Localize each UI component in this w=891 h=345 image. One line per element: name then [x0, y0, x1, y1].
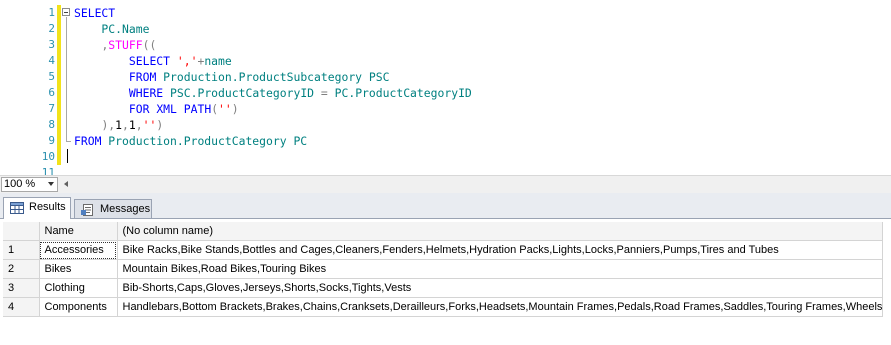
- results-grid[interactable]: Name (No column name) 1 Accessories Bike…: [3, 222, 884, 317]
- row-header[interactable]: 4: [3, 297, 40, 317]
- table-cell[interactable]: Bikes: [39, 259, 118, 279]
- table-cell[interactable]: Accessories: [39, 240, 118, 260]
- table-cell[interactable]: Handlebars,Bottom Brackets,Brakes,Chains…: [117, 297, 884, 317]
- line-number: 9: [48, 134, 55, 147]
- results-tabstrip: Results Messages: [0, 193, 891, 219]
- code-token: PSC.ProductCategoryID: [163, 86, 321, 100]
- code-token: XML: [156, 102, 177, 116]
- chevron-down-icon[interactable]: [48, 182, 54, 186]
- line-number: 2: [48, 22, 55, 35]
- table-cell[interactable]: Clothing: [39, 278, 118, 298]
- tab-results[interactable]: Results: [3, 197, 71, 219]
- line-number: 10: [41, 150, 55, 163]
- outline-region-end: [66, 141, 71, 142]
- code-token: ',': [176, 54, 198, 68]
- scroll-left-icon[interactable]: [64, 181, 68, 187]
- line-number: 1: [48, 6, 55, 19]
- code-token: PC.ProductCategoryID: [327, 86, 472, 100]
- code-line[interactable]: FOR XML PATH(''): [74, 101, 472, 117]
- tab-messages[interactable]: Messages: [74, 199, 152, 218]
- code-token: ): [231, 102, 239, 116]
- text-caret: [67, 149, 68, 163]
- code-token: PATH: [183, 102, 212, 116]
- messages-icon: [81, 204, 93, 216]
- table-row[interactable]: 4 Components Handlebars,Bottom Brackets,…: [3, 297, 884, 317]
- code-token: 1: [115, 118, 123, 132]
- code-line[interactable]: PC.Name: [74, 21, 472, 37]
- code-token: STUFF: [108, 38, 143, 52]
- row-header[interactable]: 2: [3, 259, 40, 279]
- code-token: FROM: [128, 70, 157, 84]
- line-number: 3: [48, 38, 55, 51]
- table-row[interactable]: 2 Bikes Mountain Bikes,Road Bikes,Tourin…: [3, 259, 884, 279]
- line-number: 5: [48, 70, 55, 83]
- code-line[interactable]: ),1,1,''): [74, 117, 472, 133]
- row-header[interactable]: 1: [3, 240, 40, 260]
- code-line[interactable]: WHERE PSC.ProductCategoryID = PC.Product…: [74, 85, 472, 101]
- grid-icon: [10, 202, 24, 214]
- code-token: ,: [135, 118, 143, 132]
- code-line[interactable]: [74, 165, 472, 175]
- line-number: 7: [48, 102, 55, 115]
- results-grid-area: Name (No column name) 1 Accessories Bike…: [0, 219, 891, 345]
- code-token: 1: [128, 118, 136, 132]
- line-number: 11: [41, 166, 55, 175]
- code-token: ): [156, 118, 164, 132]
- code-line[interactable]: FROM Production.ProductCategory PC: [74, 133, 472, 149]
- code-line[interactable]: ,STUFF((: [74, 37, 472, 53]
- table-row[interactable]: 3 Clothing Bib-Shorts,Caps,Gloves,Jersey…: [3, 278, 884, 298]
- editor-zoom-bar: 100 %: [0, 175, 891, 193]
- table-cell[interactable]: Mountain Bikes,Road Bikes,Touring Bikes: [117, 259, 884, 279]
- code-line[interactable]: SELECT: [74, 5, 472, 21]
- line-number: 4: [48, 54, 55, 67]
- code-token: Production.ProductCategory PC: [101, 134, 308, 148]
- outline-region-line: [66, 17, 67, 142]
- code-token: WHERE: [128, 86, 164, 100]
- code-token: ((: [142, 38, 157, 52]
- line-number: 8: [48, 118, 55, 131]
- collapse-region-icon[interactable]: [62, 8, 70, 16]
- code-token: SELECT: [128, 54, 171, 68]
- code-text[interactable]: SELECT PC.Name ,STUFF(( SELECT ','+name …: [74, 5, 472, 175]
- code-token: SELECT: [74, 6, 116, 20]
- table-cell[interactable]: Components: [39, 297, 118, 317]
- code-line[interactable]: FROM Production.ProductSubcategory PSC: [74, 69, 472, 85]
- column-header-name[interactable]: Name: [39, 222, 118, 241]
- query-editor[interactable]: 1 2 3 4 5 6 7 8 9 10 11 SELECT PC.Name ,STUFF(( SE…: [0, 0, 891, 175]
- code-token: FROM: [74, 134, 102, 148]
- tab-messages-label: Messages: [100, 203, 151, 215]
- breakpoint-margin[interactable]: [0, 0, 13, 175]
- code-token: PC.Name: [74, 22, 150, 36]
- code-token: name: [204, 54, 232, 68]
- table-cell[interactable]: Bib-Shorts,Caps,Gloves,Jerseys,Shorts,So…: [117, 278, 884, 298]
- tab-results-label: Results: [29, 201, 66, 213]
- code-token: FOR: [128, 102, 150, 116]
- line-number: 6: [48, 86, 55, 99]
- code-token: ),: [101, 118, 116, 132]
- zoom-level-combo[interactable]: 100 %: [1, 177, 58, 192]
- code-token: '': [142, 118, 157, 132]
- table-row[interactable]: 1 Accessories Bike Racks,Bike Stands,Bot…: [3, 240, 884, 260]
- grid-corner-header[interactable]: [3, 222, 40, 241]
- code-token: =: [320, 86, 328, 100]
- column-header-no-column-name[interactable]: (No column name): [117, 222, 884, 241]
- line-number-gutter: 1 2 3 4 5 6 7 8 9 10 11: [13, 5, 55, 175]
- code-token: Production.ProductSubcategory PSC: [156, 70, 390, 84]
- code-token: '': [218, 102, 232, 116]
- code-token: ,: [122, 118, 129, 132]
- code-line[interactable]: SELECT ','+name: [74, 53, 472, 69]
- zoom-level-value: 100 %: [4, 178, 36, 190]
- table-cell[interactable]: Bike Racks,Bike Stands,Bottles and Cages…: [117, 240, 884, 260]
- row-header[interactable]: 3: [3, 278, 40, 298]
- code-line[interactable]: [74, 149, 472, 165]
